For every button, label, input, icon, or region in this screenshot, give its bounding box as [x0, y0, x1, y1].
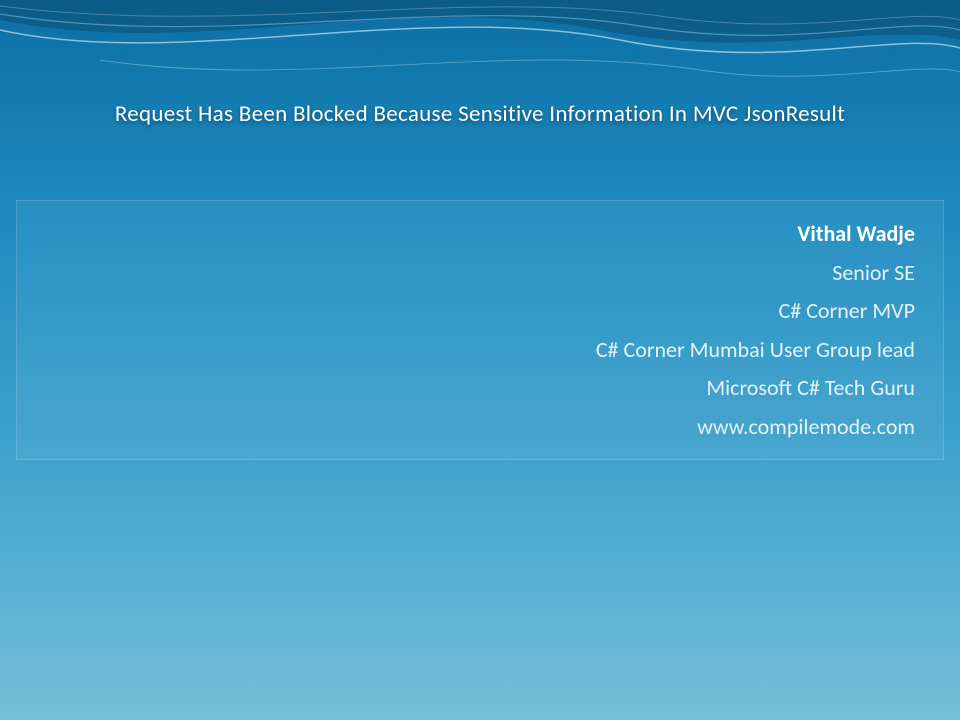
slide-title: Request Has Been Blocked Because Sensiti… — [0, 100, 960, 128]
author-line: www.compilemode.com — [31, 408, 915, 447]
author-line: Microsoft C# Tech Guru — [31, 369, 915, 408]
author-line: C# Corner Mumbai User Group lead — [31, 331, 915, 370]
author-line: C# Corner MVP — [31, 292, 915, 331]
author-line: Senior SE — [31, 254, 915, 293]
slide: Request Has Been Blocked Because Sensiti… — [0, 0, 960, 720]
author-name: Vithal Wadje — [31, 215, 915, 254]
author-box: Vithal Wadje Senior SE C# Corner MVP C# … — [16, 200, 944, 460]
decorative-waves — [0, 0, 960, 180]
